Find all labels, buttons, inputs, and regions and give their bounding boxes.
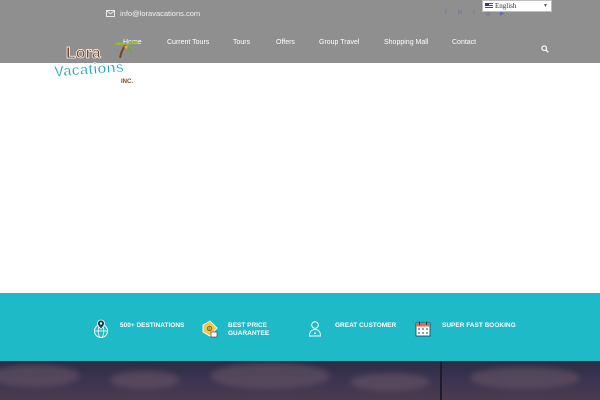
twitter-icon[interactable]: t bbox=[470, 9, 478, 17]
facebook-icon[interactable]: f bbox=[442, 9, 450, 17]
feature-label: SUPER FAST BOOKING bbox=[442, 322, 516, 329]
nav-tours[interactable]: Tours bbox=[233, 39, 250, 46]
us-flag-icon bbox=[485, 3, 493, 9]
feature-label: GREAT CUSTOMER bbox=[335, 322, 397, 329]
nav-group-travel[interactable]: Group Travel bbox=[319, 39, 359, 46]
chevron-down-icon: ▼ bbox=[543, 4, 548, 9]
hero-cloud bbox=[0, 365, 80, 387]
hero-image bbox=[0, 361, 600, 400]
email-text: info@loravacations.com bbox=[120, 9, 201, 18]
logo-line2: Vacations bbox=[53, 59, 124, 81]
feature-label: 500+ DESTINATIONS bbox=[120, 322, 185, 329]
calendar-icon bbox=[414, 319, 434, 339]
feature-great-customer: GREAT CUSTOMER bbox=[307, 319, 396, 339]
envelope-icon bbox=[106, 10, 115, 17]
feature-destinations: 500+ DESTINATIONS bbox=[92, 319, 184, 339]
feature-label: BEST PRICE GUARANTEE bbox=[228, 322, 270, 337]
nav-offers[interactable]: Offers bbox=[276, 39, 295, 46]
feature-fast-booking: SUPER FAST BOOKING bbox=[414, 319, 516, 339]
palm-tree-icon bbox=[114, 40, 139, 59]
slider-divider bbox=[440, 361, 442, 400]
nav-contact[interactable]: Contact bbox=[452, 39, 476, 46]
price-tag-icon: $ bbox=[200, 319, 220, 339]
nav-shopping-mall[interactable]: Shopping Mall bbox=[384, 39, 428, 46]
logo-line1: Lora bbox=[66, 45, 101, 62]
site-logo[interactable]: Lora Vacations INC. bbox=[52, 36, 146, 88]
customer-icon bbox=[307, 319, 327, 339]
logo-suffix: INC. bbox=[121, 79, 133, 85]
linkedin-icon[interactable]: in bbox=[456, 9, 464, 17]
hero-cloud bbox=[350, 373, 430, 391]
header-email[interactable]: info@loravacations.com bbox=[106, 9, 200, 18]
feature-best-price: $ BEST PRICE GUARANTEE bbox=[200, 319, 272, 339]
language-label: English bbox=[495, 2, 517, 10]
hero-cloud bbox=[470, 367, 580, 389]
hero-cloud bbox=[110, 371, 180, 389]
top-bar: info@loravacations.com f in t ◎ ▶ Englis… bbox=[0, 0, 600, 28]
features-bar: 500+ DESTINATIONS $ BEST PRICE GUARANTEE… bbox=[0, 293, 600, 361]
search-icon[interactable] bbox=[541, 40, 549, 58]
hero-cloud bbox=[210, 363, 330, 389]
globe-pin-icon bbox=[92, 319, 112, 339]
language-select[interactable]: English ▼ bbox=[482, 0, 552, 12]
nav-current-tours[interactable]: Current Tours bbox=[167, 39, 209, 46]
